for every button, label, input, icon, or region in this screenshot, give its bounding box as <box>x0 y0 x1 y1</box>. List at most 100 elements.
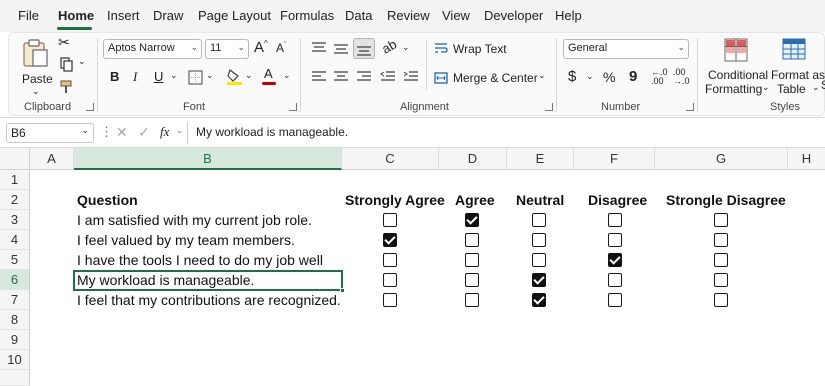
copy-icon[interactable] <box>59 57 75 73</box>
checkbox-checked[interactable] <box>532 273 546 287</box>
increase-decimal-icon[interactable]: ←.0.00 <box>651 68 668 86</box>
checkbox-unchecked[interactable] <box>532 213 546 227</box>
checkbox-unchecked[interactable] <box>714 253 728 267</box>
formula-input[interactable]: My workload is manageable. <box>190 123 820 143</box>
increase-indent-icon[interactable] <box>403 70 419 84</box>
column-header-g[interactable]: G <box>655 148 788 170</box>
column-header-d[interactable]: D <box>439 148 507 170</box>
checkbox-unchecked[interactable] <box>714 213 728 227</box>
align-bottom-button[interactable] <box>353 38 375 59</box>
checkbox-unchecked[interactable] <box>465 293 479 307</box>
question-cell[interactable]: I have the tools I need to do my job wel… <box>77 250 323 270</box>
cut-icon[interactable]: ✂ <box>58 34 70 51</box>
more-options-icon[interactable]: ⋮ <box>100 124 113 140</box>
increase-font-button[interactable]: A^ <box>254 39 268 56</box>
checkbox-unchecked[interactable] <box>608 273 622 287</box>
chevron-down-icon[interactable]: ⌄ <box>78 56 86 67</box>
tab-file[interactable]: File <box>18 8 39 23</box>
fill-color-icon[interactable] <box>226 68 243 85</box>
checkbox-unchecked[interactable] <box>383 253 397 267</box>
chevron-down-icon[interactable]: ⌄ <box>586 71 594 82</box>
align-left-icon[interactable] <box>311 70 327 84</box>
tab-insert[interactable]: Insert <box>107 8 140 23</box>
question-cell[interactable]: I feel valued by my team members. <box>77 230 295 250</box>
column-header-c[interactable]: C <box>342 148 439 170</box>
font-dialog-launcher[interactable] <box>289 103 297 111</box>
row-header-5[interactable]: 5 <box>0 250 30 270</box>
tab-help[interactable]: Help <box>555 8 582 23</box>
column-header-a[interactable]: A <box>30 148 74 170</box>
chevron-down-icon[interactable]: ⌄ <box>283 70 291 81</box>
checkbox-unchecked[interactable] <box>383 213 397 227</box>
tab-draw[interactable]: Draw <box>153 8 183 23</box>
tab-review[interactable]: Review <box>387 8 430 23</box>
row-header-9[interactable]: 9 <box>0 330 30 350</box>
alignment-dialog-launcher[interactable] <box>545 103 553 111</box>
name-box[interactable]: B6 ⌄ <box>6 123 94 143</box>
column-header-e[interactable]: E <box>507 148 574 170</box>
tab-formulas[interactable]: Formulas <box>280 8 334 23</box>
tab-view[interactable]: View <box>442 8 470 23</box>
checkbox-unchecked[interactable] <box>714 293 728 307</box>
format-painter-icon[interactable] <box>59 79 75 95</box>
checkbox-unchecked[interactable] <box>383 273 397 287</box>
checkbox-checked[interactable] <box>383 233 397 247</box>
chevron-down-icon[interactable]: ⌄ <box>170 70 178 81</box>
row-header-2[interactable]: 2 <box>0 190 30 210</box>
decrease-decimal-icon[interactable]: .00 →.0 <box>673 68 690 86</box>
wrap-text-button[interactable]: Wrap Text <box>434 40 514 58</box>
align-right-icon[interactable] <box>356 70 372 84</box>
insert-function-button[interactable]: fx <box>160 124 169 140</box>
checkbox-unchecked[interactable] <box>465 233 479 247</box>
comma-button[interactable]: 9 <box>629 68 637 85</box>
chevron-down-icon[interactable]: ⌄ <box>206 70 214 81</box>
row-header-1[interactable]: 1 <box>0 170 30 190</box>
align-middle-icon[interactable] <box>333 42 349 56</box>
column-header-f[interactable]: F <box>574 148 655 170</box>
worksheet-grid[interactable]: A B C D E F G H 1 2 3 4 5 6 7 8 9 10 Que… <box>0 148 825 386</box>
align-center-icon[interactable] <box>333 70 349 84</box>
chevron-down-icon[interactable]: ⌄ <box>402 42 410 53</box>
checkbox-checked[interactable] <box>608 253 622 267</box>
row-header-10[interactable]: 10 <box>0 350 30 370</box>
font-size-select[interactable]: 11 ⌄ <box>205 39 249 59</box>
currency-button[interactable]: $ <box>568 68 576 85</box>
number-format-select[interactable]: General ⌄ <box>563 39 689 59</box>
conditional-formatting-button[interactable]: Conditional Formatting ⌄ <box>705 36 770 96</box>
checkbox-checked[interactable] <box>532 293 546 307</box>
row-header-3[interactable]: 3 <box>0 210 30 230</box>
row-header-7[interactable]: 7 <box>0 290 30 310</box>
select-all-corner[interactable] <box>0 148 30 170</box>
tab-developer[interactable]: Developer <box>484 8 543 23</box>
checkbox-unchecked[interactable] <box>714 233 728 247</box>
column-header-h[interactable]: H <box>788 148 825 170</box>
checkbox-unchecked[interactable] <box>608 213 622 227</box>
clipboard-dialog-launcher[interactable] <box>86 103 94 111</box>
checkbox-unchecked[interactable] <box>608 293 622 307</box>
checkbox-unchecked[interactable] <box>532 233 546 247</box>
percent-button[interactable]: % <box>603 69 615 85</box>
tab-home[interactable]: Home <box>58 8 94 23</box>
decrease-indent-icon[interactable] <box>380 70 396 84</box>
chevron-down-icon[interactable]: ⌄ <box>176 125 184 136</box>
cell-styles-partial-label[interactable]: S <box>821 78 825 92</box>
checkbox-unchecked[interactable] <box>383 293 397 307</box>
checkbox-unchecked[interactable] <box>465 273 479 287</box>
checkbox-unchecked[interactable] <box>465 253 479 267</box>
cancel-icon[interactable]: ✕ <box>116 124 128 141</box>
fill-handle[interactable] <box>340 288 345 293</box>
borders-icon[interactable] <box>188 70 203 85</box>
bold-button[interactable]: B <box>110 69 119 84</box>
merge-center-button[interactable]: Merge & Center ⌄ <box>434 69 549 87</box>
row-header-8[interactable]: 8 <box>0 310 30 330</box>
column-header-b[interactable]: B <box>74 148 342 170</box>
enter-icon[interactable]: ✓ <box>138 124 150 141</box>
italic-button[interactable]: I <box>133 69 137 85</box>
question-cell[interactable]: I am satisfied with my current job role. <box>77 210 312 230</box>
number-dialog-launcher[interactable] <box>686 103 694 111</box>
checkbox-unchecked[interactable] <box>608 233 622 247</box>
font-family-select[interactable]: Aptos Narrow ⌄ <box>103 39 202 59</box>
chevron-down-icon[interactable]: ⌄ <box>245 70 253 81</box>
checkbox-unchecked[interactable] <box>714 273 728 287</box>
format-as-table-button[interactable]: Format as Table ⌄ <box>770 36 825 96</box>
